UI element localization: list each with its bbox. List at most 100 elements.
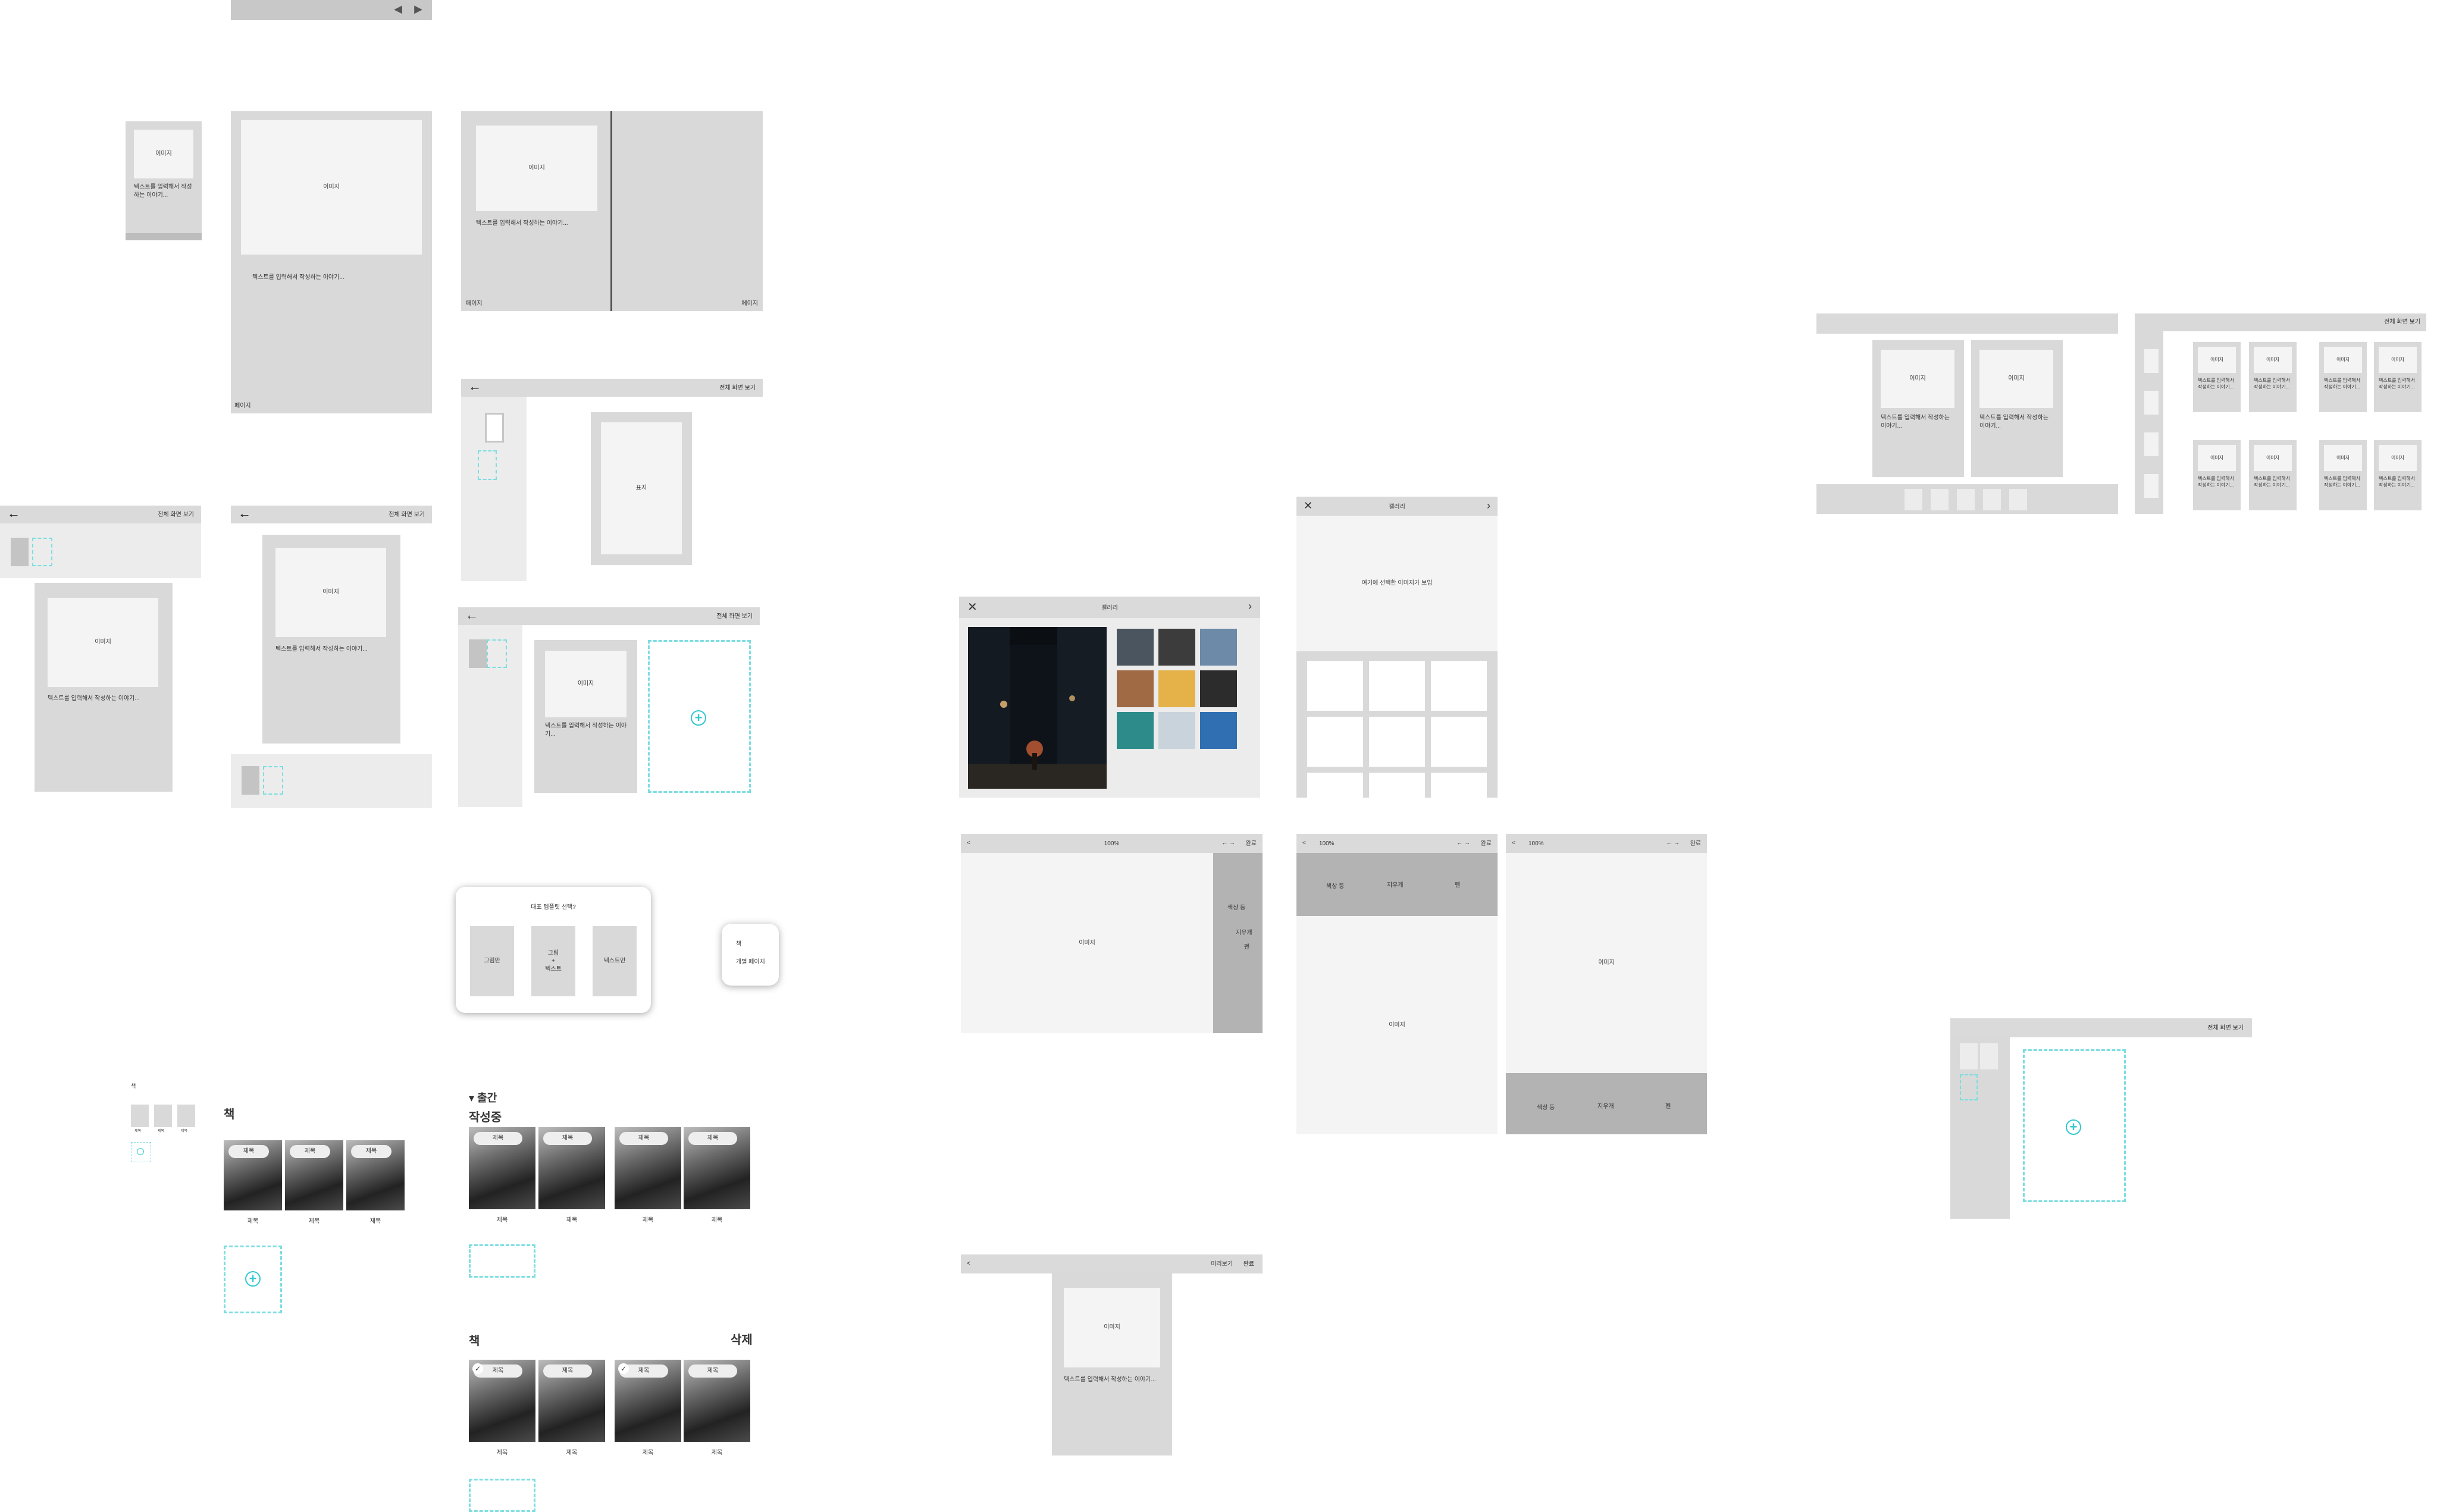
book-card[interactable]: 제목 제목: [469, 1127, 535, 1227]
grid-page-card[interactable]: 이미지 텍스트를 입력해서 작성하는 이야기...: [2193, 440, 2241, 510]
add-page-slot[interactable]: [263, 766, 283, 795]
menu-item-single-page[interactable]: 개별 페이지: [736, 958, 765, 967]
book-card[interactable]: 제목 제목: [615, 1127, 681, 1227]
tiny-book-card[interactable]: [177, 1105, 195, 1127]
page-thumb[interactable]: [1980, 1043, 1998, 1069]
add-page-slot[interactable]: +: [648, 640, 751, 793]
page-thumb[interactable]: [1905, 489, 1922, 510]
full-screen-button[interactable]: 전체 화면 보기: [389, 511, 425, 519]
grid-cell[interactable]: [1431, 661, 1487, 711]
add-page-slot[interactable]: [32, 538, 52, 566]
add-book-slot[interactable]: [131, 1142, 151, 1162]
page-thumb[interactable]: [2009, 489, 2027, 510]
book-card[interactable]: 제목 제목: [224, 1140, 282, 1228]
page-thumb[interactable]: [1983, 489, 2001, 510]
page-thumb[interactable]: [485, 413, 504, 443]
grid-cell[interactable]: [1369, 661, 1425, 711]
tool-pen[interactable]: 펜: [1455, 882, 1460, 890]
done-button[interactable]: 완료: [1246, 840, 1257, 848]
done-button[interactable]: 완료: [1690, 840, 1701, 848]
page-thumb[interactable]: [242, 766, 259, 795]
add-book-slot[interactable]: [469, 1244, 535, 1278]
tool-eraser[interactable]: 지우개: [1387, 882, 1404, 890]
canvas[interactable]: 이미지: [1506, 853, 1707, 1073]
book-card[interactable]: 제목 제목: [285, 1140, 343, 1228]
chevron-right-icon[interactable]: ›: [1248, 600, 1252, 613]
tool-eraser[interactable]: 지우개: [1236, 929, 1252, 937]
add-page-slot[interactable]: [478, 450, 497, 480]
book-card[interactable]: 제목 제목: [538, 1360, 605, 1460]
grid-page-card[interactable]: 이미지 텍스트를 입력해서 작성하는 이야기...: [2319, 342, 2367, 412]
page-thumb[interactable]: [1960, 1043, 1978, 1069]
tiny-book-card[interactable]: [154, 1105, 172, 1127]
page-thumb[interactable]: [1931, 489, 1949, 510]
add-book-slot[interactable]: [469, 1479, 535, 1512]
add-page-slot[interactable]: +: [2023, 1049, 2126, 1202]
tool-color[interactable]: 색상 등: [1326, 883, 1344, 891]
undo-redo-icon[interactable]: ← →: [1456, 839, 1470, 848]
grid-cell[interactable]: [1307, 773, 1363, 798]
plus-circle-icon[interactable]: +: [691, 710, 706, 726]
check-icon[interactable]: ✓: [618, 1363, 629, 1374]
canvas[interactable]: 이미지: [961, 853, 1213, 1033]
photo-thumb[interactable]: [1117, 670, 1154, 707]
plus-circle-icon[interactable]: +: [2066, 1119, 2081, 1135]
photo-thumb[interactable]: [1158, 629, 1195, 666]
add-page-slot[interactable]: [487, 639, 507, 668]
full-screen-button[interactable]: 전체 화면 보기: [2384, 318, 2420, 327]
delete-button[interactable]: 삭제: [731, 1330, 753, 1347]
arrow-left-icon[interactable]: ←: [468, 380, 481, 393]
full-screen-button[interactable]: 전체 화면 보기: [2207, 1024, 2244, 1033]
grid-page-card[interactable]: 이미지 텍스트를 입력해서 작성하는 이야기...: [2374, 440, 2422, 510]
page-thumb[interactable]: [469, 639, 487, 668]
book-card[interactable]: 제목 ✓ 제목: [615, 1360, 681, 1460]
grid-cell[interactable]: [1307, 717, 1363, 767]
add-page-slot[interactable]: [1960, 1074, 1978, 1100]
plus-circle-icon[interactable]: [137, 1148, 144, 1155]
book-card[interactable]: 제목 제목: [346, 1140, 405, 1228]
book-card[interactable]: 제목 제목: [684, 1360, 750, 1460]
preview-button[interactable]: 미리보기: [1211, 1260, 1233, 1269]
option-text-only[interactable]: 텍스트만: [593, 926, 637, 996]
grid-page-card[interactable]: 이미지 텍스트를 입력해서 작성하는 이야기...: [2319, 440, 2367, 510]
grid-cell[interactable]: [1431, 717, 1487, 767]
grid-page-card[interactable]: 이미지 텍스트를 입력해서 작성하는 이야기...: [2374, 342, 2422, 412]
chevron-right-icon[interactable]: ›: [1487, 500, 1490, 512]
tool-eraser[interactable]: 지우개: [1597, 1103, 1614, 1111]
plus-circle-icon[interactable]: +: [245, 1271, 261, 1287]
grid-page-card[interactable]: 이미지 텍스트를 입력해서 작성하는 이야기...: [2193, 342, 2241, 412]
arrow-left-icon[interactable]: ←: [238, 507, 251, 520]
tiny-book-card[interactable]: [131, 1105, 149, 1127]
book-card[interactable]: 제목 ✓ 제목: [469, 1360, 535, 1460]
tool-color[interactable]: 색상 등: [1537, 1104, 1555, 1112]
page-thumb[interactable]: [2144, 391, 2159, 415]
grid-cell[interactable]: [1431, 773, 1487, 798]
photo-thumb[interactable]: [1200, 712, 1237, 749]
done-button[interactable]: 완료: [1243, 1260, 1254, 1269]
undo-redo-icon[interactable]: ← →: [1221, 839, 1235, 848]
grid-cell[interactable]: [1369, 773, 1425, 798]
tool-color[interactable]: 색상 등: [1227, 904, 1245, 912]
book-card[interactable]: 제목 제목: [538, 1127, 605, 1227]
full-screen-button[interactable]: 전체 화면 보기: [716, 613, 753, 621]
arrow-left-icon[interactable]: ←: [465, 608, 478, 622]
tool-pen[interactable]: 펜: [1665, 1103, 1671, 1111]
page-thumb[interactable]: [2144, 474, 2159, 498]
check-icon[interactable]: ✓: [472, 1363, 483, 1374]
photo-thumb[interactable]: [1158, 670, 1195, 707]
photo-thumb[interactable]: [1158, 712, 1195, 749]
tool-pen[interactable]: 펜: [1244, 943, 1249, 952]
photo-thumb[interactable]: [1117, 629, 1154, 666]
add-book-slot[interactable]: +: [224, 1246, 282, 1313]
menu-item-book[interactable]: 책: [736, 940, 741, 949]
photo-thumb[interactable]: [1200, 629, 1237, 666]
arrow-left-icon[interactable]: ←: [7, 507, 20, 520]
next-page-icon[interactable]: ▶: [414, 3, 422, 15]
undo-redo-icon[interactable]: ← →: [1666, 839, 1680, 848]
back-icon[interactable]: <: [1302, 839, 1306, 848]
full-screen-button[interactable]: 전체 화면 보기: [158, 511, 194, 519]
back-icon[interactable]: <: [1512, 839, 1515, 848]
photo-thumb[interactable]: [1200, 670, 1237, 707]
canvas[interactable]: 이미지: [1296, 916, 1498, 1134]
option-picture-text[interactable]: 그림 + 텍스트: [531, 926, 575, 996]
